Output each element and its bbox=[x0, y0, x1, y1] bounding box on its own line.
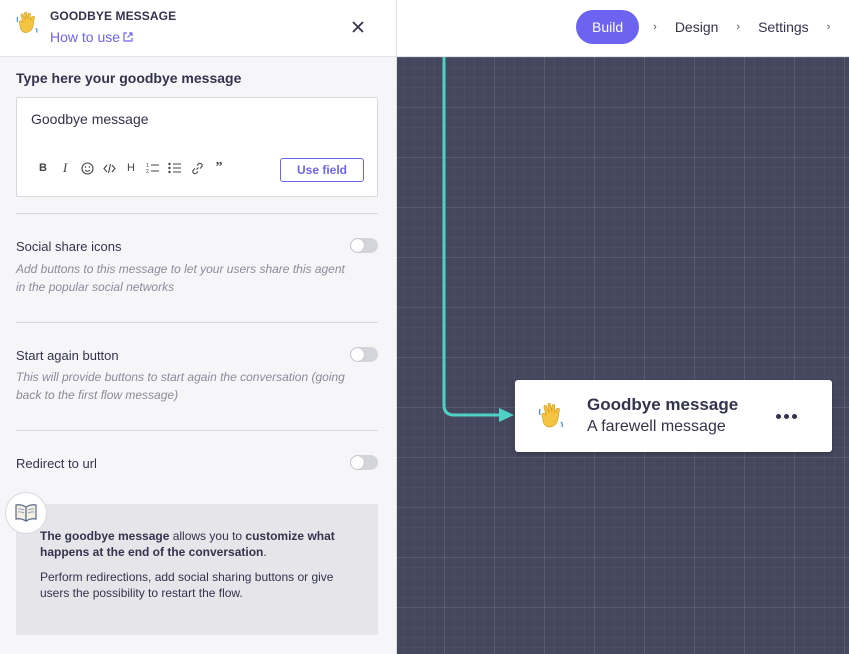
settings-panel: GOODBYE MESSAGE How to use Type here you… bbox=[0, 0, 397, 654]
social-share-toggle[interactable] bbox=[350, 238, 378, 253]
start-again-title: Start again button bbox=[16, 348, 119, 363]
code-icon[interactable] bbox=[98, 159, 120, 177]
waving-hand-icon bbox=[538, 403, 563, 428]
how-to-use-link[interactable]: How to use bbox=[50, 29, 133, 45]
social-share-title: Social share icons bbox=[16, 239, 122, 254]
editor-toolbar: B I H 12 ” bbox=[32, 159, 230, 177]
goodbye-message-editor[interactable]: Goodbye message B I H 12 ” Use field bbox=[16, 97, 378, 197]
panel-title: GOODBYE MESSAGE bbox=[50, 9, 177, 23]
external-link-icon bbox=[123, 32, 133, 42]
more-options-icon[interactable] bbox=[776, 413, 800, 419]
redirect-url-toggle[interactable] bbox=[350, 455, 378, 470]
editor-text[interactable]: Goodbye message bbox=[31, 111, 149, 127]
emoji-icon[interactable] bbox=[76, 159, 98, 177]
step-design[interactable]: Design bbox=[671, 10, 723, 44]
heading-icon[interactable]: H bbox=[120, 159, 142, 177]
divider bbox=[16, 430, 378, 431]
italic-icon[interactable]: I bbox=[54, 159, 76, 177]
start-again-description: This will provide buttons to start again… bbox=[16, 370, 345, 402]
chevron-right-icon: › bbox=[653, 21, 657, 33]
builder-steps: Build › Design › Settings › bbox=[576, 10, 844, 44]
quote-icon[interactable]: ” bbox=[208, 159, 230, 177]
ordered-list-icon[interactable]: 12 bbox=[142, 159, 164, 177]
chevron-right-icon: › bbox=[736, 21, 741, 33]
bullet-list-icon[interactable] bbox=[164, 159, 186, 177]
use-field-button[interactable]: Use field bbox=[280, 158, 364, 182]
info-box: The goodbye message allows you to custom… bbox=[16, 504, 378, 635]
divider bbox=[16, 213, 378, 214]
bold-icon[interactable]: B bbox=[32, 159, 54, 177]
svg-text:2: 2 bbox=[146, 169, 149, 174]
chevron-right-icon: › bbox=[826, 21, 831, 33]
flow-canvas[interactable] bbox=[397, 57, 849, 654]
step-settings[interactable]: Settings bbox=[754, 10, 813, 44]
panel-header: GOODBYE MESSAGE How to use bbox=[0, 0, 396, 57]
close-icon[interactable] bbox=[350, 19, 366, 35]
info-paragraph-1: The goodbye message allows you to custom… bbox=[40, 529, 335, 559]
start-again-toggle[interactable] bbox=[350, 347, 378, 362]
link-icon[interactable] bbox=[186, 159, 208, 177]
message-section-label: Type here your goodbye message bbox=[16, 70, 242, 86]
node-title: Goodbye message bbox=[587, 395, 739, 414]
waving-hand-icon bbox=[16, 11, 38, 33]
how-to-use-label: How to use bbox=[50, 29, 121, 45]
divider bbox=[16, 322, 378, 323]
social-share-description: Add buttons to this message to let your … bbox=[16, 262, 345, 294]
info-paragraph-2: Perform redirections, add social sharing… bbox=[40, 570, 334, 600]
top-navigation-bar: Build › Design › Settings › bbox=[397, 0, 849, 57]
step-build[interactable]: Build bbox=[576, 10, 640, 44]
redirect-url-title: Redirect to url bbox=[16, 456, 97, 471]
book-icon bbox=[5, 492, 47, 534]
node-subtitle: A farewell message bbox=[587, 418, 726, 435]
goodbye-message-node[interactable]: Goodbye message A farewell message bbox=[515, 380, 832, 452]
